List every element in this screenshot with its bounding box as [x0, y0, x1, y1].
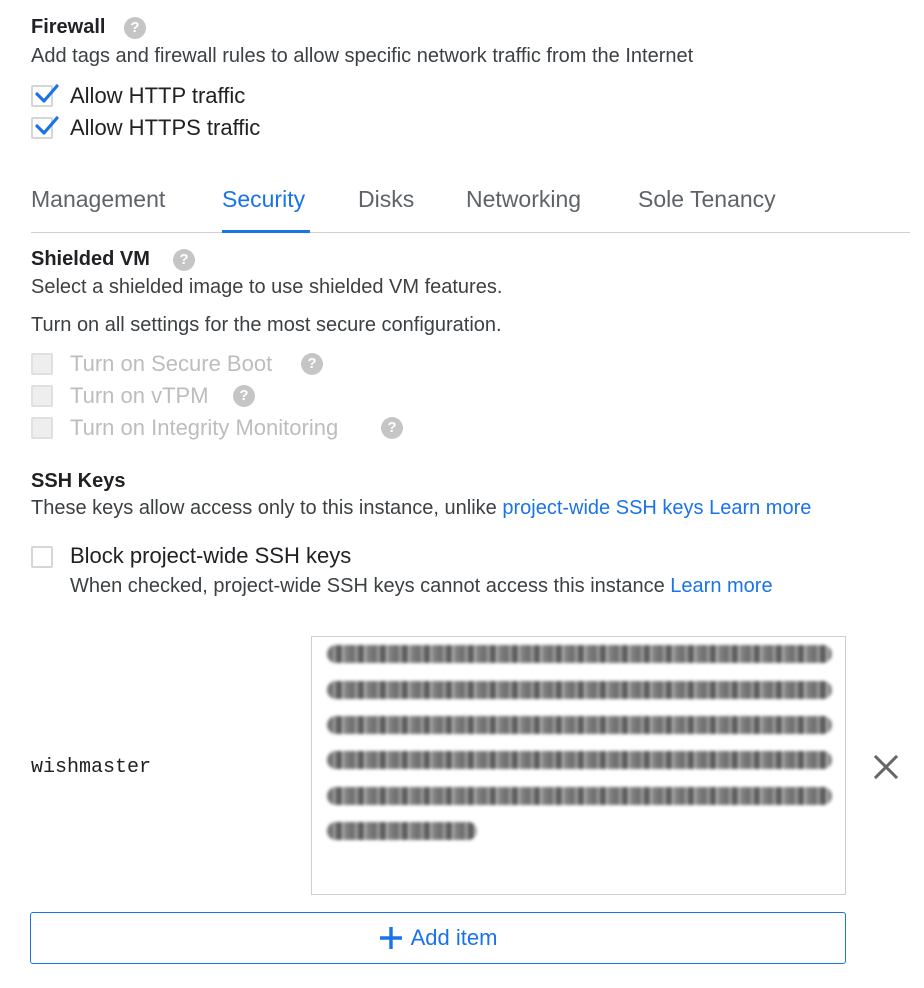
tab-security[interactable]: Security: [222, 186, 305, 213]
ssh-keys-learn-more-link[interactable]: Learn more: [709, 497, 811, 519]
shielded-vm-title: Shielded VM: [31, 248, 150, 270]
firewall-help-icon[interactable]: ?: [124, 17, 146, 39]
tab-disks[interactable]: Disks: [358, 186, 414, 213]
redacted-key-line: [327, 716, 832, 734]
project-wide-ssh-keys-link[interactable]: project-wide SSH keys: [502, 497, 703, 519]
firewall-title: Firewall: [31, 16, 106, 38]
secure-boot-checkbox[interactable]: [31, 353, 53, 375]
vtpm-label: Turn on vTPM: [70, 383, 209, 408]
allow-http-checkbox[interactable]: [31, 84, 59, 107]
add-item-label: Add item: [410, 925, 498, 950]
redacted-key-line: [327, 645, 832, 663]
shielded-vm-line1: Select a shielded image to use shielded …: [31, 276, 503, 298]
tab-sole-tenancy[interactable]: Sole Tenancy: [638, 186, 776, 213]
ssh-key-username: wishmaster: [31, 756, 152, 779]
firewall-description: Add tags and firewall rules to allow spe…: [31, 45, 694, 67]
secure-boot-help-icon[interactable]: ?: [301, 353, 323, 375]
allow-https-label[interactable]: Allow HTTPS traffic: [70, 115, 260, 141]
ssh-keys-title: SSH Keys: [31, 470, 126, 492]
block-ssh-learn-more-link[interactable]: Learn more: [670, 575, 772, 597]
ssh-keys-description: These keys allow access only to this ins…: [31, 497, 497, 519]
redacted-key-line: [327, 822, 477, 840]
block-project-ssh-keys-label[interactable]: Block project-wide SSH keys: [70, 543, 351, 569]
integrity-monitoring-checkbox[interactable]: [31, 417, 53, 439]
shielded-vm-help-icon[interactable]: ?: [173, 249, 195, 271]
tabs-divider: [31, 232, 910, 233]
ssh-keys-description-row: These keys allow access only to this ins…: [31, 497, 811, 520]
integrity-monitoring-help-icon[interactable]: ?: [381, 417, 403, 439]
checkmark-icon: [35, 84, 59, 103]
redacted-key-line: [327, 751, 832, 769]
add-item-button[interactable]: Add item: [30, 912, 846, 964]
block-project-ssh-keys-hint: When checked, project-wide SSH keys cann…: [70, 575, 665, 597]
redacted-key-line: [327, 681, 832, 699]
shielded-vm-line2: Turn on all settings for the most secure…: [31, 314, 502, 336]
integrity-monitoring-label: Turn on Integrity Monitoring: [70, 415, 339, 440]
vtpm-help-icon[interactable]: ?: [233, 385, 255, 407]
tab-management[interactable]: Management: [31, 186, 165, 213]
close-icon: [873, 754, 899, 780]
block-project-ssh-keys-checkbox[interactable]: [31, 546, 53, 568]
ssh-key-textarea[interactable]: [311, 636, 846, 895]
secure-boot-label: Turn on Secure Boot: [70, 351, 273, 376]
tab-networking[interactable]: Networking: [466, 186, 581, 213]
vtpm-checkbox[interactable]: [31, 385, 53, 407]
checkmark-icon: [35, 116, 59, 135]
block-project-ssh-keys-hint-row: When checked, project-wide SSH keys cann…: [70, 575, 773, 598]
remove-ssh-key-button[interactable]: [873, 754, 899, 780]
allow-http-label[interactable]: Allow HTTP traffic: [70, 83, 245, 109]
allow-https-checkbox[interactable]: [31, 116, 59, 139]
redacted-key-line: [327, 787, 832, 805]
active-tab-indicator: [222, 230, 310, 233]
plus-icon: [379, 927, 402, 949]
